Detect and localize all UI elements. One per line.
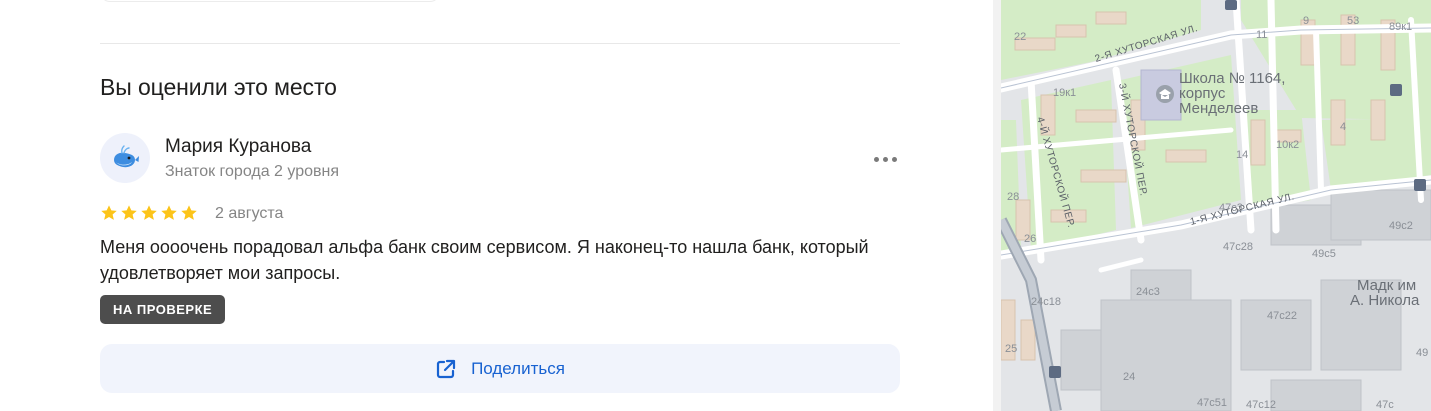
poi-right-line2[interactable]: А. Никола xyxy=(1350,292,1420,309)
section-title: Вы оценили это место xyxy=(100,74,337,100)
avatar[interactable] xyxy=(100,133,150,183)
share-label: Поделиться xyxy=(471,358,565,378)
review-date: 2 августа xyxy=(215,205,284,222)
house-number: 11 xyxy=(1256,29,1267,41)
more-dots-icon xyxy=(882,156,888,162)
house-number: 47с28 xyxy=(1223,241,1253,253)
house-number: 47с22 xyxy=(1267,310,1297,322)
house-number: 25 xyxy=(1005,343,1017,355)
more-dots-icon xyxy=(873,156,879,162)
house-number: 49с2 xyxy=(1389,220,1413,232)
divider xyxy=(100,43,900,44)
house-number: 22 xyxy=(1014,31,1026,43)
house-number: 53 xyxy=(1347,15,1359,27)
house-number: 24с18 xyxy=(1031,296,1061,308)
review-panel: Вы оценили это место Мария Куранова Знат… xyxy=(0,0,993,411)
previous-card-edge xyxy=(100,0,440,2)
review-text: Меня оооочень порадовал альфа банк своим… xyxy=(100,237,869,283)
house-number: 89к1 xyxy=(1389,21,1412,33)
star-icon xyxy=(141,205,157,220)
star-icon xyxy=(181,205,197,220)
house-number: 49 xyxy=(1416,347,1428,359)
status-badge: НА ПРОВЕРКЕ xyxy=(100,295,226,324)
author-level: Знаток города 2 уровня xyxy=(165,163,340,180)
house-number: 49с5 xyxy=(1312,248,1336,260)
poi-school-line3[interactable]: Менделеев xyxy=(1179,100,1258,117)
house-number: 19к1 xyxy=(1053,87,1076,99)
house-number: 9 xyxy=(1303,15,1309,27)
more-options-button[interactable] xyxy=(868,146,902,172)
house-number: 47с3 xyxy=(1219,202,1243,214)
author-name[interactable]: Мария Куранова xyxy=(165,136,311,158)
share-icon xyxy=(436,359,456,378)
rating-stars xyxy=(100,204,198,222)
star-icon xyxy=(101,205,117,220)
map-canvas[interactable]: 2-Я ХУТОРСКАЯ УЛ. 3-Й ХУТОРСКОЙ ПЕР. 4-Й… xyxy=(1001,0,1431,411)
house-number: 24с3 xyxy=(1136,286,1160,298)
star-icon xyxy=(121,205,137,220)
house-number: 47с12 xyxy=(1246,399,1276,411)
whale-icon xyxy=(114,145,139,168)
more-dots-icon xyxy=(891,156,897,162)
house-number: 4 xyxy=(1340,121,1346,133)
panel-separator xyxy=(993,0,1001,411)
house-number: 28 xyxy=(1007,191,1019,203)
house-number: 24 xyxy=(1123,371,1135,383)
share-button[interactable]: Поделиться xyxy=(100,344,900,393)
house-number: 47с xyxy=(1376,399,1394,411)
map[interactable]: 2-Я ХУТОРСКАЯ УЛ. 3-Й ХУТОРСКОЙ ПЕР. 4-Й… xyxy=(1001,0,1431,411)
house-number: 47с51 xyxy=(1197,397,1227,409)
star-icon xyxy=(161,205,177,220)
house-number: 26 xyxy=(1024,233,1036,245)
house-number: 10к2 xyxy=(1276,139,1299,151)
house-number: 14 xyxy=(1236,149,1248,161)
